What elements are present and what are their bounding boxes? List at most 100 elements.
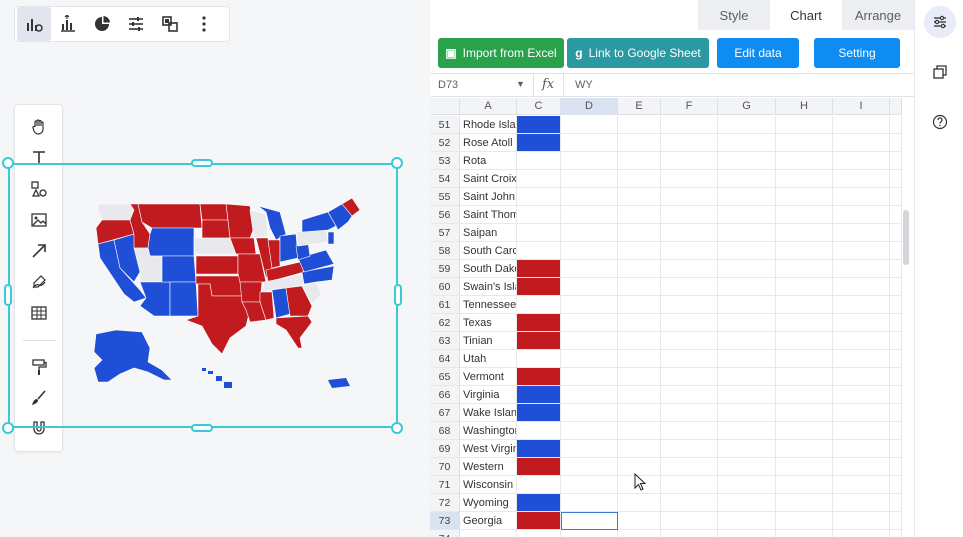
table-cell[interactable] — [561, 206, 618, 224]
table-cell[interactable] — [718, 314, 776, 332]
table-cell[interactable] — [618, 404, 661, 422]
table-cell[interactable] — [776, 116, 833, 134]
state-washington[interactable] — [97, 203, 135, 221]
table-cell[interactable] — [718, 296, 776, 314]
table-cell[interactable] — [618, 170, 661, 188]
table-cell[interactable] — [618, 368, 661, 386]
import-excel-button[interactable]: ▣ Import from Excel — [438, 38, 564, 68]
table-cell[interactable] — [890, 404, 902, 422]
table-cell[interactable] — [661, 116, 718, 134]
cell-name[interactable]: Texas — [460, 314, 517, 332]
row-number[interactable]: 59 — [430, 260, 460, 278]
table-cell[interactable] — [661, 332, 718, 350]
table-cell[interactable] — [618, 440, 661, 458]
cell-color[interactable] — [517, 224, 561, 242]
table-cell[interactable] — [833, 134, 890, 152]
row-number[interactable]: 63 — [430, 332, 460, 350]
table-cell[interactable] — [618, 242, 661, 260]
table-cell[interactable] — [718, 476, 776, 494]
tab-chart[interactable]: Chart — [770, 0, 842, 30]
table-cell[interactable] — [890, 422, 902, 440]
state-colorado[interactable] — [161, 255, 197, 283]
state-hawaii-1[interactable] — [202, 368, 206, 371]
table-cell[interactable] — [561, 404, 618, 422]
tab-style[interactable]: Style — [698, 0, 770, 30]
table-cell[interactable] — [561, 530, 618, 537]
state-kansas[interactable] — [195, 255, 239, 275]
table-cell[interactable] — [561, 152, 618, 170]
resize-handle-br[interactable] — [391, 422, 403, 434]
table-cell[interactable] — [618, 134, 661, 152]
table-cell[interactable] — [618, 296, 661, 314]
table-cell[interactable] — [661, 314, 718, 332]
state-nebraska[interactable] — [193, 237, 237, 255]
table-cell[interactable] — [833, 404, 890, 422]
table-cell[interactable] — [618, 332, 661, 350]
table-cell[interactable] — [661, 404, 718, 422]
state-montana[interactable] — [137, 203, 203, 229]
cell-name[interactable]: Saint Thomas — [460, 206, 517, 224]
table-cell[interactable] — [776, 296, 833, 314]
cell-name[interactable]: Western — [460, 458, 517, 476]
table-cell[interactable] — [618, 350, 661, 368]
setting-button[interactable]: Setting — [814, 38, 900, 68]
resize-handle-tl[interactable] — [2, 157, 14, 169]
table-cell[interactable] — [776, 332, 833, 350]
table-cell[interactable] — [776, 440, 833, 458]
table-cell[interactable] — [661, 512, 718, 530]
state-arkansas[interactable] — [239, 281, 263, 303]
cell-name[interactable]: Vermont — [460, 368, 517, 386]
table-cell[interactable] — [776, 494, 833, 512]
column-header-i[interactable]: I — [833, 98, 890, 115]
table-cell[interactable] — [661, 242, 718, 260]
tab-arrange[interactable]: Arrange — [842, 0, 914, 30]
cell-color[interactable] — [517, 152, 561, 170]
row-number[interactable]: 60 — [430, 278, 460, 296]
cell-color[interactable] — [517, 476, 561, 494]
table-cell[interactable] — [661, 278, 718, 296]
cell-name[interactable]: Saint Croix — [460, 170, 517, 188]
table-cell[interactable] — [661, 170, 718, 188]
table-cell[interactable] — [618, 314, 661, 332]
corner-header[interactable] — [430, 98, 460, 115]
row-number[interactable]: 58 — [430, 242, 460, 260]
cell-color[interactable] — [517, 260, 561, 278]
link-google-sheet-button[interactable]: g Link to Google Sheet — [567, 38, 709, 68]
table-cell[interactable] — [776, 278, 833, 296]
cell-reference[interactable]: D73 — [438, 79, 458, 91]
state-hawaii-2[interactable] — [208, 371, 213, 374]
cell-name[interactable]: Saipan — [460, 224, 517, 242]
table-cell[interactable] — [561, 494, 618, 512]
table-cell[interactable] — [718, 260, 776, 278]
hand-tool[interactable] — [27, 115, 51, 139]
row-number[interactable]: 66 — [430, 386, 460, 404]
table-cell[interactable] — [833, 494, 890, 512]
table-cell[interactable] — [833, 296, 890, 314]
help-button[interactable] — [924, 106, 956, 138]
row-number[interactable]: 68 — [430, 422, 460, 440]
table-cell[interactable] — [776, 170, 833, 188]
table-cell[interactable] — [776, 260, 833, 278]
table-cell[interactable] — [833, 152, 890, 170]
state-hawaii-3[interactable] — [216, 376, 222, 381]
cell-color[interactable] — [517, 116, 561, 134]
table-cell[interactable] — [718, 242, 776, 260]
layers-button[interactable] — [153, 7, 187, 41]
state-arizona[interactable] — [139, 281, 171, 317]
table-cell[interactable] — [890, 278, 902, 296]
chart-data-button[interactable] — [51, 7, 85, 41]
table-cell[interactable] — [833, 368, 890, 386]
cell-name[interactable]: Washington — [460, 422, 517, 440]
table-cell[interactable] — [833, 116, 890, 134]
row-number[interactable]: 70 — [430, 458, 460, 476]
column-header-j[interactable] — [890, 98, 902, 115]
table-cell[interactable] — [776, 206, 833, 224]
state-ohio[interactable] — [279, 233, 299, 263]
table-cell[interactable] — [718, 350, 776, 368]
table-cell[interactable] — [833, 530, 890, 537]
table-cell[interactable] — [776, 134, 833, 152]
table-cell[interactable] — [833, 476, 890, 494]
cell-name[interactable]: Rota — [460, 152, 517, 170]
table-cell[interactable] — [890, 332, 902, 350]
state-alaska[interactable] — [93, 329, 173, 383]
